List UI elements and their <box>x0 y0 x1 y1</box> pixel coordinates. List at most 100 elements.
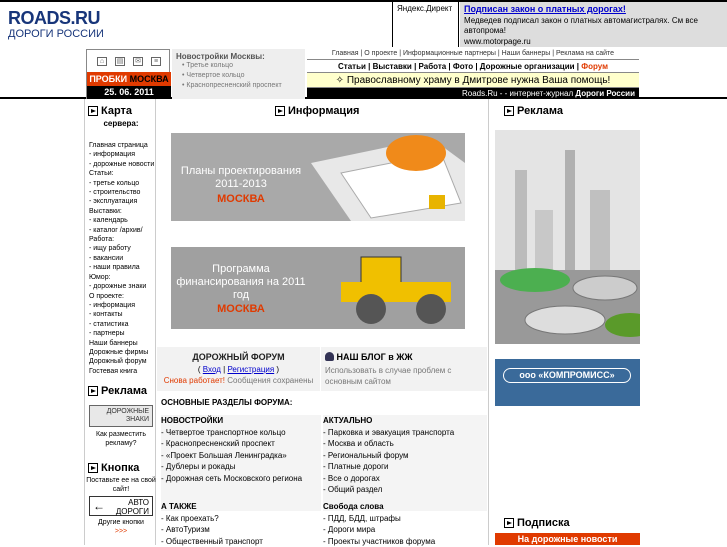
sitemap-item[interactable]: Главная страница <box>89 141 157 150</box>
sitemap-icon[interactable]: ≡ <box>151 57 161 66</box>
city-cars-image <box>495 130 640 344</box>
main-nav[interactable]: Статьи | Выставки | Работа | Фото | Доро… <box>307 59 639 73</box>
left-arrow-icon: ← <box>93 498 105 514</box>
section-link[interactable]: - Проекты участников форума <box>323 536 487 547</box>
probki-prefix: ПРОБКИ <box>89 74 127 84</box>
section-link[interactable]: - Общественный транспорт <box>161 536 321 547</box>
arrow-icon <box>88 106 98 116</box>
right-column: Реклама ооо «КОМПРОМИСС» Подписка На дор… <box>488 99 727 545</box>
forum-register-link[interactable]: Регистрация <box>227 365 274 374</box>
sitemap-item[interactable]: - каталог /архив/ <box>89 226 157 235</box>
nav-forum-link[interactable]: Форум <box>581 62 608 71</box>
sitemap-item[interactable]: Гостевая книга <box>89 367 157 376</box>
new-builds-title: Новостройки Москвы: <box>176 52 301 61</box>
top-ad[interactable]: Подписан закон о платных дорогах! Медвед… <box>460 2 727 47</box>
section-link[interactable]: - Четвертое транспортное кольцо <box>161 427 321 439</box>
sitemap-item[interactable]: - эксплуатация <box>89 197 157 206</box>
section-link[interactable]: - Краснопресненский проспект <box>161 438 321 450</box>
new-builds-item[interactable]: • Третье кольцо <box>176 61 301 71</box>
section-link[interactable]: - Как проехать? <box>161 513 321 525</box>
top-ad-title[interactable]: Подписан закон о платных дорогах! <box>464 4 723 14</box>
info-heading: Информация <box>275 105 359 117</box>
forum-login-link[interactable]: Вход <box>203 365 221 374</box>
sitemap-item: Статьи: <box>89 169 157 178</box>
forum-links: ( Вход | Регистрация ) <box>157 365 320 374</box>
yandex-direct-box[interactable]: Яндекс.Директ <box>392 2 459 47</box>
left-column: Карта сервера: Главная страница - информ… <box>84 99 156 545</box>
secondary-nav[interactable]: Главная | О проекте | Информационные пар… <box>307 48 639 59</box>
sitemap-item[interactable]: - контакты <box>89 310 157 319</box>
main-nav-links[interactable]: Статьи | Выставки | Работа | Фото | Доро… <box>338 62 579 71</box>
section-link[interactable]: - Общий раздел <box>323 484 487 496</box>
mail-icon[interactable]: ✉ <box>133 57 143 66</box>
forum-section-also: А ТАКЖЕ - Как проехать? - АвтоТуризм - О… <box>161 501 321 547</box>
section-link[interactable]: - ПДД, БДД, штрафы <box>323 513 487 525</box>
sitemap-item[interactable]: - партнеры <box>89 329 157 338</box>
ads-heading-left: Реклама <box>88 385 147 397</box>
new-builds-item[interactable]: • Четвертое кольцо <box>176 71 301 81</box>
site-logo[interactable]: ROADS.RU ДОРОГИ РОССИИ <box>2 4 225 46</box>
financing-banner[interactable]: Программа финансирования на 2011 год МОС… <box>171 247 465 329</box>
traffic-jams-link[interactable]: ПРОБКИ МОСКВА <box>87 72 171 86</box>
folder-icon[interactable]: ▤ <box>115 57 125 66</box>
cars-ad-banner[interactable] <box>495 130 640 344</box>
icon-box: ⌂ ▤ ✉ ≡ ПРОБКИ МОСКВА 25. 06. 2011 <box>86 49 170 99</box>
blog-title[interactable]: НАШ БЛОГ в ЖЖ <box>325 352 413 362</box>
section-link[interactable]: - АвтоТуризм <box>161 524 321 536</box>
yandex-direct-label[interactable]: Яндекс.Директ <box>397 4 452 13</box>
section-heading: НОВОСТРОЙКИ <box>161 415 321 427</box>
forum-section-free-speech: Свобода слова - ПДД, БДД, штрафы - Дорог… <box>323 501 487 547</box>
news-ticker[interactable]: ✧ Православному храму в Дмитрове нужна В… <box>307 73 639 88</box>
avto-dorogi-button[interactable]: ←АВТО ДОРОГИ <box>89 496 153 516</box>
sitemap-item[interactable]: - информация <box>89 150 157 159</box>
section-link[interactable]: - Платные дороги <box>323 461 487 473</box>
sitemap-item[interactable]: Наши баннеры <box>89 339 157 348</box>
sitemap-item[interactable]: - третье кольцо <box>89 179 157 188</box>
ad-placement-link[interactable]: Как разместить рекламу? <box>85 430 157 448</box>
other-buttons-link[interactable]: Другие кнопки>>> <box>85 518 157 536</box>
arrow-icon <box>504 518 514 528</box>
sitemap-item[interactable]: - календарь <box>89 216 157 225</box>
section-link[interactable]: - Региональный форум <box>323 450 487 462</box>
section-link[interactable]: - Дублеры и рокады <box>161 461 321 473</box>
section-heading: Свобода слова <box>323 501 487 513</box>
road-signs-banner[interactable]: ДОРОЖНЫЕ ЗНАКИ <box>89 405 153 427</box>
section-link[interactable]: - Все о дорогах <box>323 473 487 485</box>
sitemap-item[interactable]: - наши правила <box>89 263 157 272</box>
subscribe-news-button[interactable]: На дорожные новости <box>495 533 640 545</box>
sitemap-subheading: сервера: <box>85 119 157 128</box>
sitemap-item[interactable]: - ищу работу <box>89 244 157 253</box>
sitemap-item[interactable]: - статистика <box>89 320 157 329</box>
sitemap-item[interactable]: - информация <box>89 301 157 310</box>
blog-text: Использовать в случае проблем с основным… <box>325 365 485 387</box>
top-ad-url[interactable]: www.motorpage.ru <box>464 37 723 46</box>
home-icon[interactable]: ⌂ <box>97 57 107 66</box>
arrow-icon <box>88 463 98 473</box>
section-heading: АКТУАЛЬНО <box>323 415 487 427</box>
button-subtitle: Поставьте ее на свой сайт! <box>85 476 157 494</box>
section-link[interactable]: - «Проект Большая Ленинградка» <box>161 450 321 462</box>
forum-section-new-builds: НОВОСТРОЙКИ - Четвертое транспортное кол… <box>161 415 321 511</box>
sitemap-item[interactable]: Дорожный форум <box>89 357 157 366</box>
sitemap-item[interactable]: Дорожные фирмы <box>89 348 157 357</box>
logo-title: ROADS.RU <box>8 8 100 29</box>
kompromiss-ad[interactable]: ооо «КОМПРОМИСС» <box>495 359 640 406</box>
design-plans-banner[interactable]: Планы проектирования 2011-2013 МОСКВА <box>171 133 465 221</box>
sitemap-heading: Карта <box>88 105 132 117</box>
top-ad-body: Медведев подписал закон о платных автома… <box>464 16 723 36</box>
section-heading: А ТАКЖЕ <box>161 501 321 513</box>
section-link[interactable]: - Парковка и эвакуация транспорта <box>323 427 487 439</box>
banner1-text: Планы проектирования 2011-2013 <box>171 165 311 191</box>
sitemap-item[interactable]: - дорожные знаки <box>89 282 157 291</box>
forum-title[interactable]: ДОРОЖНЫЙ ФОРУМ <box>157 352 320 362</box>
section-link[interactable]: - Москва и область <box>323 438 487 450</box>
sitemap-item[interactable]: - строительство <box>89 188 157 197</box>
sitemap-item[interactable]: - вакансии <box>89 254 157 263</box>
banner2-city: МОСКВА <box>171 303 311 315</box>
sitemap-item: Юмор: <box>89 273 157 282</box>
blog-box: НАШ БЛОГ в ЖЖ Использовать в случае проб… <box>321 347 487 391</box>
section-link[interactable]: - Дорожная сеть Московского региона <box>161 473 321 485</box>
section-link[interactable]: - Дороги мира <box>323 524 487 536</box>
sitemap-item[interactable]: - дорожные новости <box>89 160 157 169</box>
new-builds-item[interactable]: • Краснопресненский проспект <box>176 81 301 91</box>
